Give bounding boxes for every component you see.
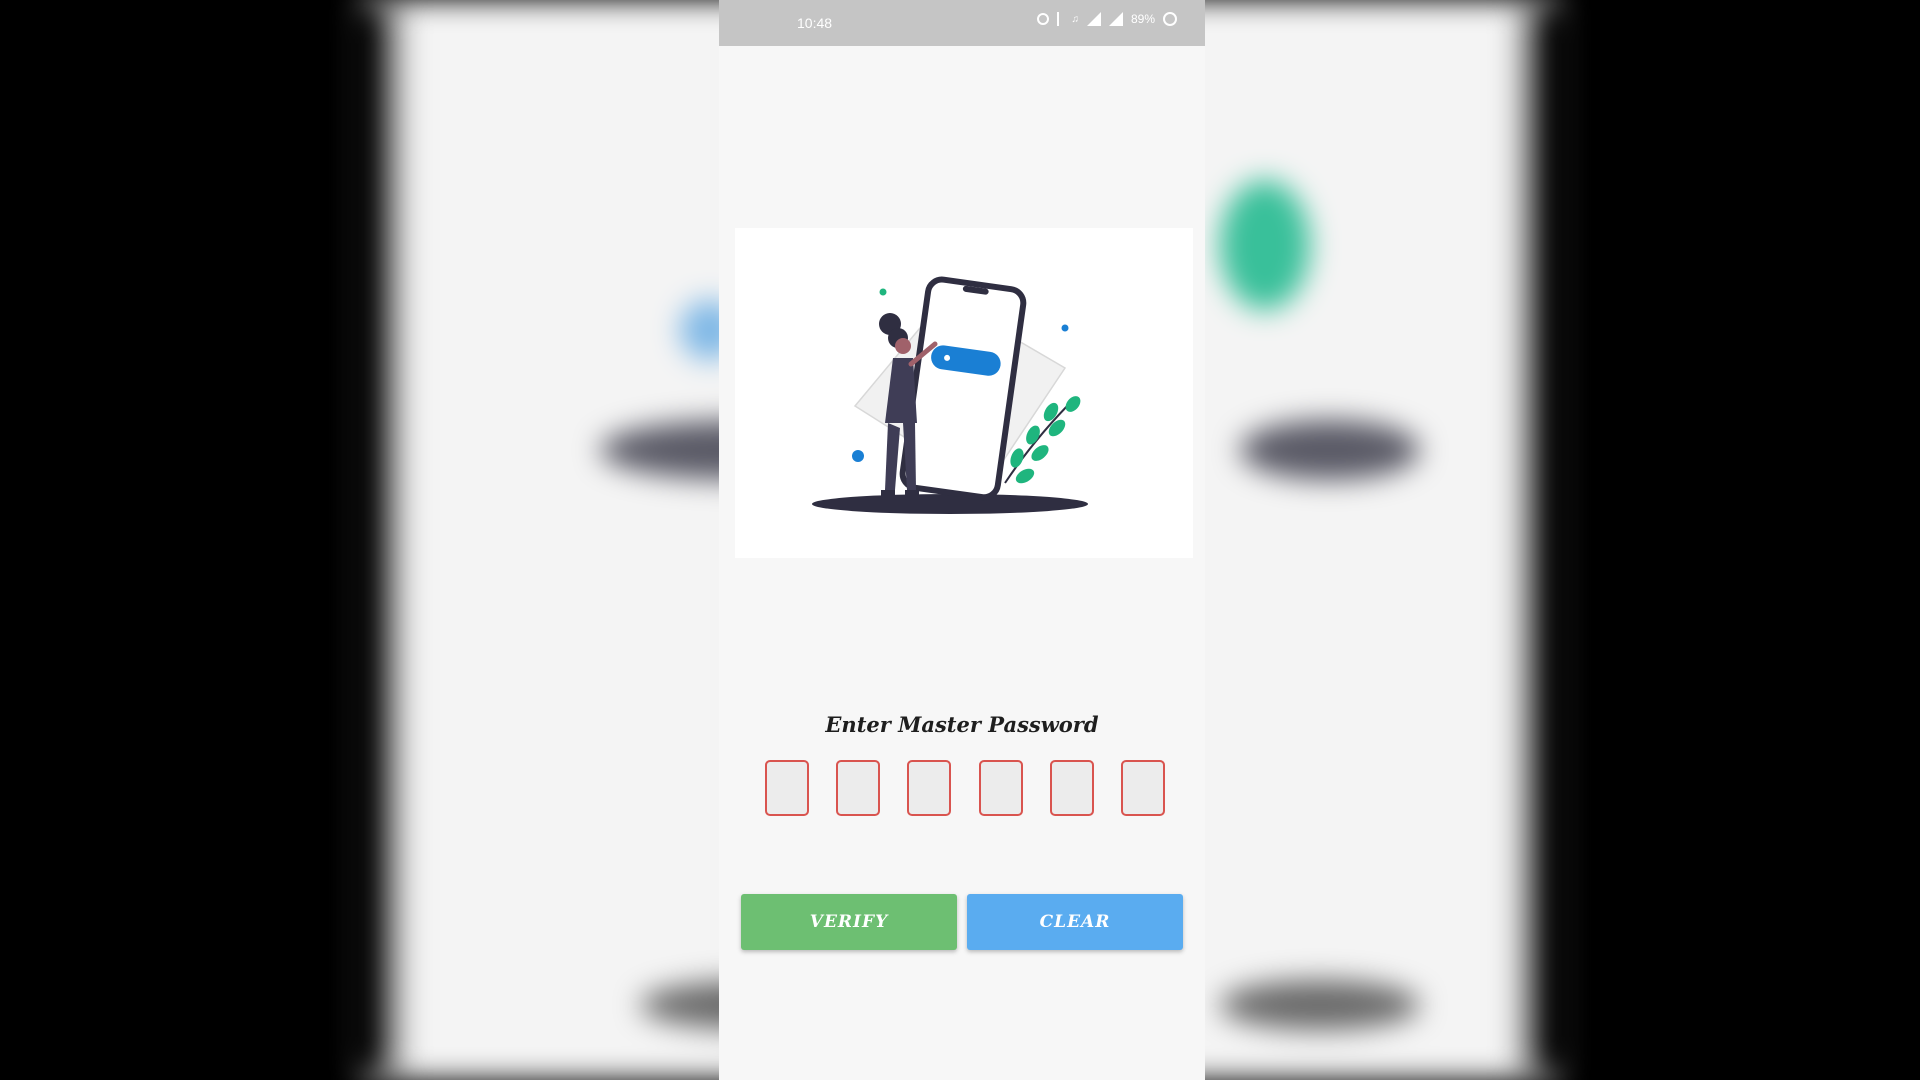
signal-icon (1086, 12, 1101, 26)
battery-level: 89% (1130, 12, 1155, 26)
master-password-prompt: Enter Master Password (825, 712, 1099, 737)
person-with-phone-illustration (812, 276, 1088, 514)
volume-icon: ♫ (1071, 13, 1079, 25)
right-edge-shade (1530, 0, 1590, 1080)
illustration-card (735, 228, 1193, 558)
password-digit-3[interactable] (907, 760, 952, 816)
password-digit-4[interactable] (978, 760, 1023, 816)
left-edge-shade (330, 0, 390, 1080)
password-digit-row (765, 760, 1165, 816)
status-bar: 10:48 ♫ 89% (719, 0, 1205, 46)
bluetooth-icon (1057, 12, 1063, 26)
loading-ring-icon (1163, 12, 1177, 26)
phone-screen: 10:48 ♫ 89% Enter Master Password VERIFY… (719, 0, 1205, 1080)
password-digit-5[interactable] (1049, 760, 1094, 816)
alarm-icon (1037, 13, 1050, 25)
signal-icon (1108, 12, 1123, 26)
password-digit-6[interactable] (1120, 760, 1165, 816)
clear-button[interactable]: CLEAR (967, 894, 1183, 950)
status-time: 10:48 (797, 15, 833, 31)
password-digit-1[interactable] (765, 760, 809, 816)
password-digit-2[interactable] (836, 760, 881, 816)
status-icons: ♫ 89% (1037, 12, 1177, 26)
verify-button[interactable]: VERIFY (741, 894, 957, 950)
